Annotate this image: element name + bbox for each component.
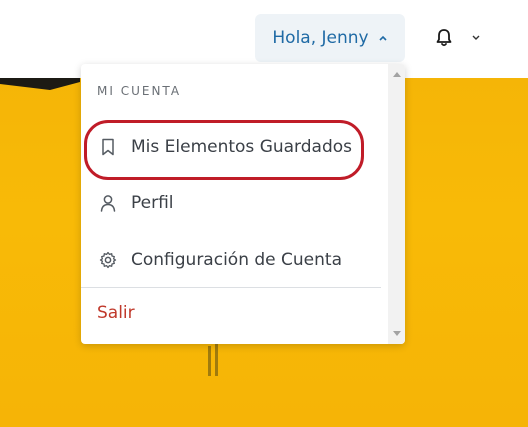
menu-item-saved-items[interactable]: Mis Elementos Guardados (81, 124, 381, 170)
notifications-button[interactable] (430, 24, 458, 52)
gear-icon (98, 250, 118, 270)
logout-link[interactable]: Salir (97, 303, 135, 323)
menu-section-title: MI CUENTA (97, 84, 182, 98)
menu-scrollbar[interactable] (388, 64, 405, 344)
account-menu-button[interactable]: Hola, Jenny (255, 14, 405, 62)
scroll-down-arrow-icon[interactable] (388, 325, 405, 342)
scroll-up-arrow-icon[interactable] (388, 66, 405, 83)
menu-item-label: Perfil (131, 193, 174, 213)
menu-divider (81, 287, 381, 288)
menu-item-label: Configuración de Cuenta (131, 250, 342, 270)
user-icon (98, 193, 118, 213)
chevron-down-icon[interactable] (469, 31, 483, 45)
hero-image-detail (208, 346, 211, 376)
bookmark-icon (98, 137, 118, 157)
menu-item-account-settings[interactable]: Configuración de Cuenta (81, 237, 381, 283)
hero-image-detail (215, 344, 218, 376)
hero-image-detail (0, 78, 80, 90)
menu-item-profile[interactable]: Perfil (81, 180, 381, 226)
bell-icon (436, 29, 452, 47)
menu-item-label: Mis Elementos Guardados (131, 137, 353, 157)
account-dropdown-menu: MI CUENTA Mis Elementos Guardados Perfil… (81, 64, 405, 344)
chevron-up-icon (378, 34, 388, 42)
account-greeting: Hola, Jenny (272, 28, 369, 48)
